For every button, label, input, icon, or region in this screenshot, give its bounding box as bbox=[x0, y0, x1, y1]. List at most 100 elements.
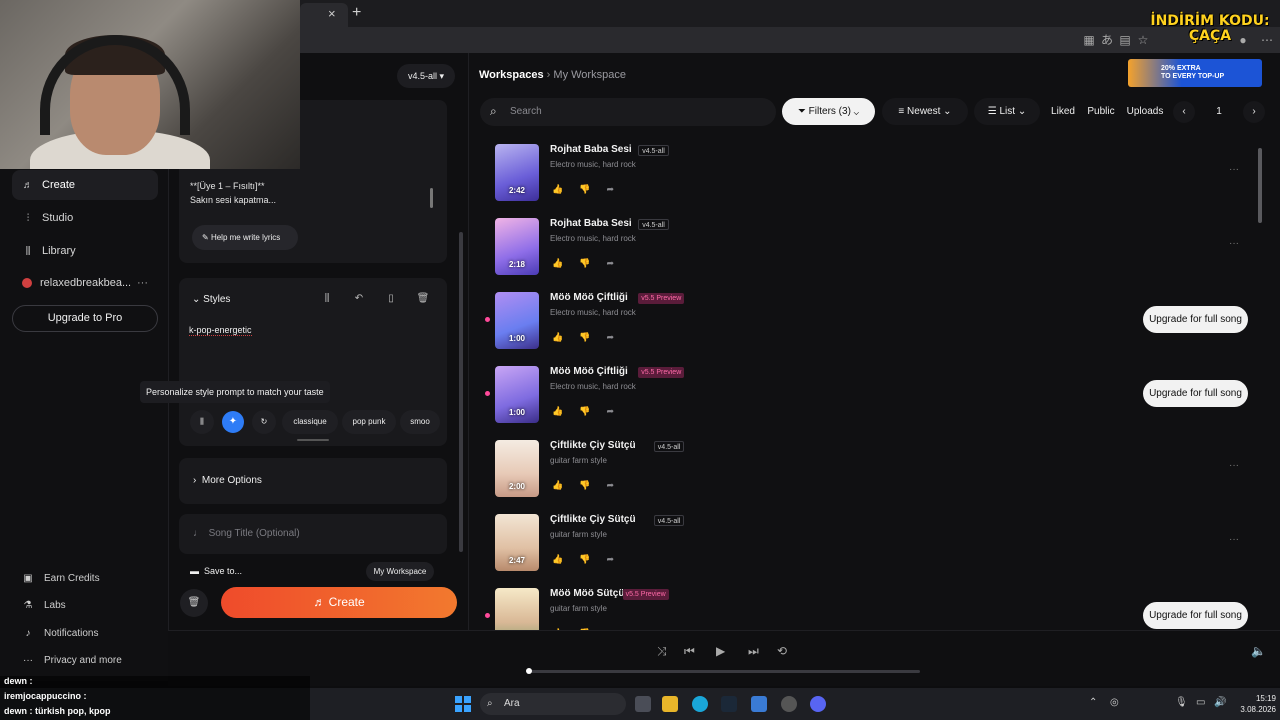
clock[interactable]: 15:19 3.08.2026 bbox=[1232, 693, 1276, 715]
style-chip[interactable]: pop punk bbox=[342, 410, 396, 434]
thumbs-up-icon[interactable]: 👍 bbox=[552, 480, 563, 491]
taskview-icon[interactable] bbox=[635, 696, 651, 712]
styles-header[interactable]: ⌄ Styles bbox=[192, 294, 230, 305]
song-row[interactable]: 2:47 Çiftlikte Çiy Sütçü v4.5-all guitar fa… bbox=[495, 514, 1255, 574]
steam-icon[interactable] bbox=[721, 696, 737, 712]
tab-public[interactable]: Public bbox=[1086, 98, 1116, 125]
thumbs-down-icon[interactable]: 👎 bbox=[579, 332, 590, 343]
style-prompt-input[interactable]: k-pop-energetic bbox=[189, 325, 252, 336]
workspace-select[interactable]: My Workspace bbox=[366, 562, 434, 581]
upgrade-full-song-button[interactable]: Upgrade for full song bbox=[1143, 380, 1248, 407]
thumbs-up-icon[interactable]: 👍 bbox=[552, 332, 563, 343]
sidebar-item-profile[interactable]: relaxedbreakbea... ··· bbox=[12, 268, 158, 298]
more-options-icon[interactable]: ··· bbox=[1229, 460, 1239, 471]
chips-scrollbar[interactable] bbox=[297, 439, 329, 441]
sidebar-item-privacy[interactable]: ··· Privacy and more bbox=[22, 655, 122, 666]
play-icon[interactable]: ▶ bbox=[716, 644, 725, 658]
sidebar-item-create[interactable]: ♬ Create bbox=[12, 170, 158, 200]
help-write-lyrics-button[interactable]: ✎ Help me write lyrics bbox=[192, 225, 298, 250]
browser-tab[interactable] bbox=[300, 3, 348, 27]
upgrade-pro-button[interactable]: Upgrade to Pro bbox=[12, 305, 158, 332]
song-title-input[interactable]: ♩ Song Title (Optional) bbox=[193, 528, 300, 539]
share-icon[interactable]: ➦ bbox=[606, 480, 614, 491]
progress-track[interactable] bbox=[528, 670, 920, 673]
style-chip[interactable]: classique bbox=[282, 410, 338, 434]
sidebar-item-library[interactable]: ⫼ Library bbox=[12, 236, 158, 266]
sort-select[interactable]: ≡ Newest ⌄ bbox=[882, 98, 968, 125]
volume-icon[interactable]: 🔈 bbox=[1251, 644, 1266, 658]
version-select[interactable]: v4.5-all ▾ bbox=[397, 64, 455, 88]
share-icon[interactable]: ➦ bbox=[606, 406, 614, 417]
library-icon[interactable]: ⫼ bbox=[316, 289, 338, 309]
edge-icon[interactable] bbox=[692, 696, 708, 712]
panel-scrollbar[interactable] bbox=[459, 232, 463, 552]
more-options-toggle[interactable]: › More Options bbox=[193, 475, 262, 486]
search-input[interactable]: Search bbox=[480, 98, 776, 126]
discord-icon[interactable] bbox=[810, 696, 826, 712]
thumbs-down-icon[interactable]: 👎 bbox=[579, 258, 590, 269]
list-scrollbar[interactable] bbox=[1258, 148, 1262, 223]
more-options-icon[interactable]: ··· bbox=[1229, 238, 1239, 249]
mic-icon[interactable]: 🎙 bbox=[1175, 697, 1188, 708]
apps-icon[interactable]: ▦ bbox=[1082, 33, 1096, 47]
style-chip[interactable]: smoo bbox=[400, 410, 440, 434]
share-icon[interactable]: ➦ bbox=[606, 258, 614, 269]
shuffle-icon[interactable]: ⤨ bbox=[657, 644, 667, 659]
taskbar-search[interactable]: ⌕ Ara bbox=[480, 693, 626, 715]
lyrics-textarea[interactable]: **[Üye 1 – Fısıltı]** Sakın sesi kapatma… bbox=[190, 179, 410, 207]
refresh-icon[interactable]: ↻ bbox=[252, 410, 276, 434]
song-cover[interactable]: 1:00 bbox=[495, 292, 539, 349]
thumbs-up-icon[interactable]: 👍 bbox=[552, 554, 563, 565]
repeat-icon[interactable]: ⟲ bbox=[777, 644, 787, 658]
speaker-icon[interactable]: 🔊 bbox=[1214, 697, 1226, 708]
song-title[interactable]: Çiftlikte Çiy Sütçü bbox=[550, 440, 636, 451]
song-cover[interactable]: 2:42 bbox=[495, 144, 539, 201]
more-icon[interactable]: ··· bbox=[137, 277, 148, 289]
song-row[interactable]: 2:00 Çiftlikte Çiy Sütçü v4.5-all guitar fa… bbox=[495, 440, 1255, 500]
view-select[interactable]: ☰ List ⌄ bbox=[974, 98, 1040, 125]
tab-uploads[interactable]: Uploads bbox=[1126, 98, 1164, 125]
new-tab-icon[interactable]: + bbox=[352, 4, 361, 22]
song-row[interactable]: 2:18 Rojhat Baba Sesi v4.5-all Electro musi… bbox=[495, 218, 1255, 278]
song-cover[interactable]: 2:47 bbox=[495, 514, 539, 571]
sidebar-item-studio[interactable]: ⫶ Studio bbox=[12, 203, 158, 233]
start-icon[interactable] bbox=[455, 696, 471, 712]
sidebar-item-labs[interactable]: ⚗ Labs bbox=[22, 600, 66, 611]
translate-icon[interactable]: あ bbox=[1100, 33, 1114, 47]
sidebar-item-notifications[interactable]: ♪ Notifications bbox=[22, 628, 99, 639]
bookmark-icon[interactable]: ▯ bbox=[380, 289, 402, 309]
song-title[interactable]: Möö Möö Çiftliği bbox=[550, 292, 628, 303]
network-icon[interactable]: ▭ bbox=[1196, 697, 1205, 708]
tray-chevron-icon[interactable]: ⌃ bbox=[1089, 697, 1097, 708]
song-cover[interactable]: 2:18 bbox=[495, 218, 539, 275]
song-row[interactable]: 1:00 Möö Möö Çiftliği v5.5 Preview Electro … bbox=[485, 292, 1255, 352]
save-to-row[interactable]: ▬ Save to... bbox=[190, 566, 242, 576]
library-icon[interactable]: ⫼ bbox=[190, 410, 214, 434]
more-options-icon[interactable]: ··· bbox=[1229, 164, 1239, 175]
sidebar-item-earn-credits[interactable]: ▣ Earn Credits bbox=[22, 573, 99, 584]
app-icon[interactable] bbox=[751, 696, 767, 712]
thumbs-down-icon[interactable]: 👎 bbox=[579, 406, 590, 417]
upgrade-full-song-button[interactable]: Upgrade for full song bbox=[1143, 306, 1248, 333]
song-title[interactable]: Möö Möö Sütçü bbox=[550, 588, 624, 599]
clear-icon[interactable]: 🗑 bbox=[180, 589, 208, 617]
song-title[interactable]: Möö Möö Çiftliği bbox=[550, 366, 628, 377]
thumbs-down-icon[interactable]: 👎 bbox=[579, 184, 590, 195]
song-cover[interactable]: 2:00 bbox=[495, 440, 539, 497]
thumbs-up-icon[interactable]: 👍 bbox=[552, 258, 563, 269]
next-page-icon[interactable]: › bbox=[1243, 101, 1265, 123]
song-row[interactable]: 2:42 Rojhat Baba Sesi v4.5-all Electro musi… bbox=[495, 144, 1255, 204]
create-button[interactable]: ♬ Create bbox=[221, 587, 457, 618]
next-icon[interactable]: ⏭ bbox=[748, 644, 759, 659]
thumbs-down-icon[interactable]: 👎 bbox=[579, 480, 590, 491]
song-row[interactable]: 1:00 Möö Möö Çiftliği v5.5 Preview Electro … bbox=[485, 366, 1255, 426]
prev-page-icon[interactable]: ‹ bbox=[1173, 101, 1195, 123]
tray-icon[interactable]: ◎ bbox=[1110, 697, 1119, 708]
undo-icon[interactable]: ↶ bbox=[348, 289, 370, 309]
progress-knob[interactable] bbox=[526, 668, 532, 674]
thumbs-down-icon[interactable]: 👎 bbox=[579, 554, 590, 565]
file-explorer-icon[interactable] bbox=[662, 696, 678, 712]
previous-icon[interactable]: ⏮ bbox=[684, 644, 695, 659]
share-icon[interactable]: ➦ bbox=[606, 332, 614, 343]
trash-icon[interactable]: 🗑 bbox=[412, 289, 434, 309]
